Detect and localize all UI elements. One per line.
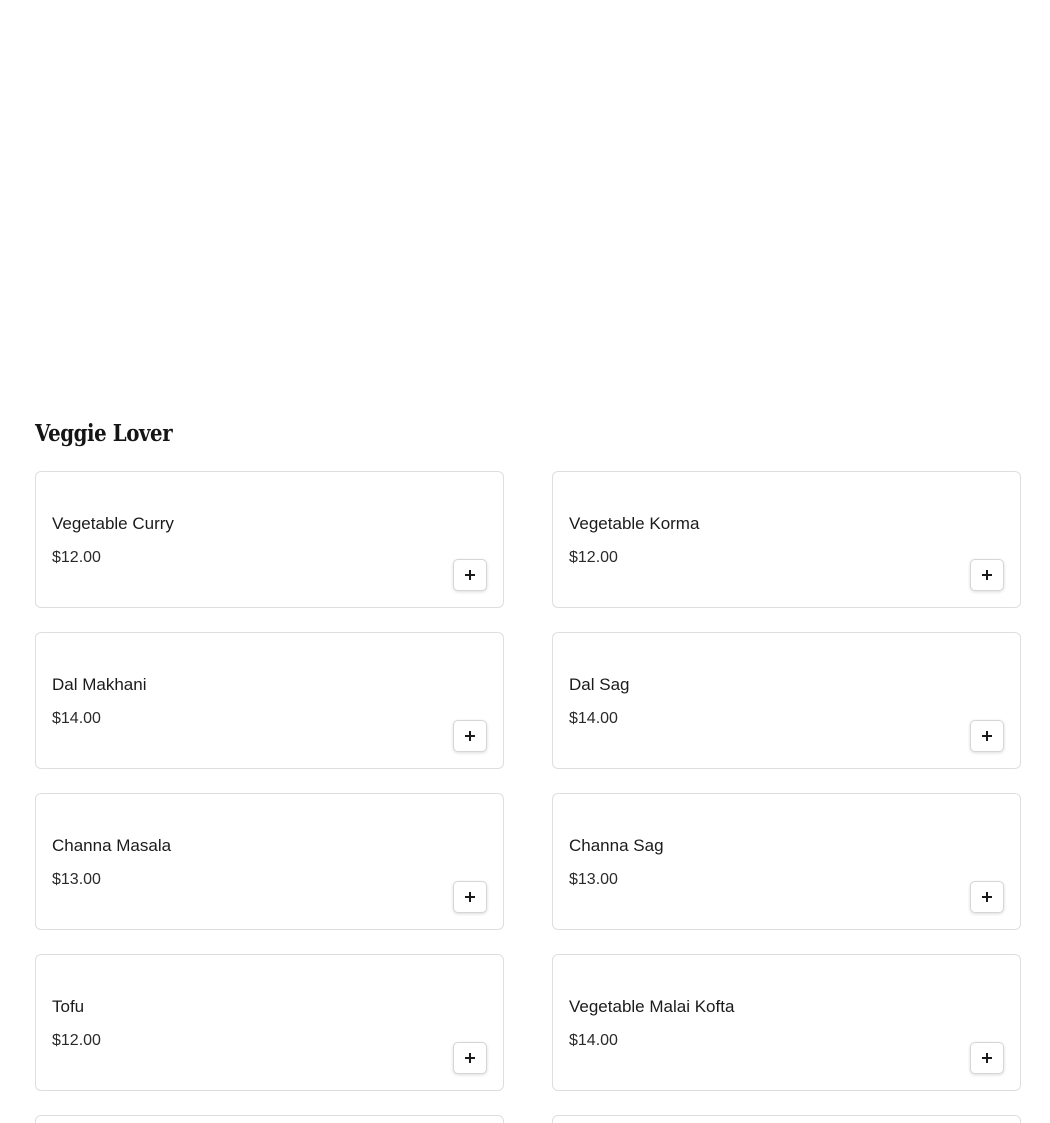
menu-item-price: $12.00 <box>52 1032 101 1049</box>
plus-icon <box>465 1053 475 1063</box>
plus-icon <box>982 892 992 902</box>
menu-item-price: $12.00 <box>52 549 101 566</box>
plus-icon <box>982 1053 992 1063</box>
menu-item-name: Channa Sag <box>569 836 664 855</box>
menu-item-card[interactable]: Tofu $12.00 <box>35 954 504 1091</box>
add-item-button[interactable] <box>970 881 1004 913</box>
menu-item-price: $13.00 <box>52 871 101 888</box>
menu-item-name: Dal Makhani <box>52 675 147 694</box>
menu-item-card[interactable]: Channa Masala $13.00 <box>35 793 504 930</box>
menu-item-price: $14.00 <box>569 710 618 727</box>
menu-item-name: Channa Masala <box>52 836 172 855</box>
menu-item-card[interactable]: Vegetable Curry $12.00 <box>35 471 504 608</box>
menu-item-price: $14.00 <box>569 1032 618 1049</box>
add-item-button[interactable] <box>453 720 487 752</box>
menu-item-card[interactable]: Dal Makhani $14.00 <box>35 632 504 769</box>
plus-icon <box>982 731 992 741</box>
menu-item-name: Tofu <box>52 997 85 1016</box>
add-item-button[interactable] <box>970 559 1004 591</box>
menu-item-card[interactable]: Vegetable Korma $12.00 <box>552 471 1021 608</box>
menu-item-price: $12.00 <box>569 549 618 566</box>
menu-item-name: Vegetable Korma <box>569 514 700 533</box>
menu-item-name: Vegetable Curry <box>52 514 174 533</box>
menu-item-card-partial[interactable] <box>552 1115 1021 1123</box>
plus-icon <box>465 731 475 741</box>
add-item-button[interactable] <box>970 1042 1004 1074</box>
menu-item-card[interactable]: Channa Sag $13.00 <box>552 793 1021 930</box>
menu-item-card[interactable]: Vegetable Malai Kofta $14.00 <box>552 954 1021 1091</box>
menu-item-price: $13.00 <box>569 871 618 888</box>
plus-icon <box>465 570 475 580</box>
section-title: Veggie Lover <box>35 420 173 447</box>
menu-items-grid: Vegetable Curry $12.00 Vegetable Korma $… <box>35 471 1021 1091</box>
plus-icon <box>982 570 992 580</box>
add-item-button[interactable] <box>453 559 487 591</box>
menu-item-price: $14.00 <box>52 710 101 727</box>
menu-item-card[interactable]: Dal Sag $14.00 <box>552 632 1021 769</box>
add-item-button[interactable] <box>453 1042 487 1074</box>
menu-item-name: Dal Sag <box>569 675 630 694</box>
add-item-button[interactable] <box>453 881 487 913</box>
menu-item-name: Vegetable Malai Kofta <box>569 997 735 1016</box>
add-item-button[interactable] <box>970 720 1004 752</box>
plus-icon <box>465 892 475 902</box>
menu-page: Veggie Lover Vegetable Curry $12.00 Vege… <box>0 0 1050 1123</box>
menu-item-card-partial[interactable] <box>35 1115 504 1123</box>
